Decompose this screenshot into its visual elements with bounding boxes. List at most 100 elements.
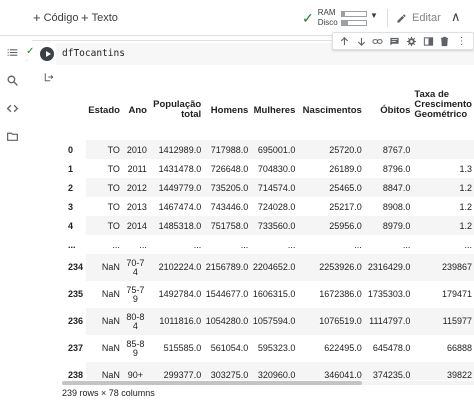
folder-icon[interactable] bbox=[6, 130, 19, 143]
code-line[interactable]: dfTocantins bbox=[62, 48, 125, 59]
table-cell: 1054280.0 bbox=[203, 308, 251, 335]
index-header bbox=[62, 90, 86, 140]
table-row: 234 NaN 70-74 2102224.0 2156789.0 2204652.0 22… bbox=[62, 254, 474, 281]
ram-label: RAM bbox=[317, 8, 336, 17]
resources-indicator[interactable]: ✓ RAM Disco bbox=[302, 7, 367, 29]
table-cell: 1011816.0 bbox=[148, 308, 204, 335]
table-cell: 179471 bbox=[441, 289, 472, 299]
collapse-header-icon[interactable]: ∧ bbox=[451, 9, 461, 25]
toc-icon[interactable] bbox=[6, 46, 19, 59]
column-header: Óbitos bbox=[380, 105, 411, 116]
search-icon[interactable] bbox=[6, 74, 19, 87]
table-cell: ... bbox=[287, 239, 296, 250]
row-index: 234 bbox=[68, 262, 84, 272]
row-index: 236 bbox=[68, 316, 84, 326]
toolbar-divider bbox=[387, 9, 388, 27]
add-text-button[interactable]: + Texto bbox=[81, 9, 118, 27]
code-snippets-icon[interactable] bbox=[6, 102, 19, 115]
table-cell: 25720.0 bbox=[297, 140, 364, 159]
row-index: 1 bbox=[68, 163, 74, 174]
ram-bar-fill bbox=[341, 11, 346, 16]
pencil-icon bbox=[397, 13, 406, 23]
table-cell: 1485318.0 bbox=[148, 216, 204, 235]
ram-bar bbox=[340, 10, 367, 17]
dataframe-output: Estado Ano População total Homens Mulher… bbox=[62, 90, 474, 380]
runtime-dropdown-icon[interactable]: ▼ bbox=[370, 11, 378, 20]
table-cell: NaN bbox=[86, 308, 122, 335]
table-cell: 515585.0 bbox=[163, 343, 202, 353]
table-header-row: Estado Ano População total Homens Mulher… bbox=[62, 90, 474, 140]
execution-check-icon: ✓ bbox=[26, 46, 35, 57]
table-cell: 8796.0 bbox=[382, 163, 411, 174]
table-cell bbox=[412, 140, 474, 159]
table-cell: TO bbox=[86, 140, 122, 159]
run-cell-button[interactable] bbox=[40, 47, 54, 61]
table-cell: 1492784.0 bbox=[158, 289, 202, 299]
table-row: 235 NaN 75-79 1492784.0 1544677.0 1606315.0 16… bbox=[62, 281, 474, 308]
table-cell: 595323.0 bbox=[257, 343, 296, 353]
table-cell: 751758.0 bbox=[203, 216, 251, 235]
table-cell: 115977 bbox=[412, 308, 474, 335]
table-cell: TO bbox=[86, 178, 122, 197]
scrollbar-thumb[interactable] bbox=[62, 381, 362, 385]
table-cell: 1735303.0 bbox=[367, 289, 411, 299]
edit-button[interactable]: Editar bbox=[396, 9, 441, 27]
execution-time: ·· bbox=[25, 58, 29, 64]
column-header: Ano bbox=[128, 105, 147, 116]
add-code-label: Código bbox=[43, 12, 79, 24]
horizontal-scrollbar[interactable] bbox=[62, 381, 474, 385]
table-cell: 239867 bbox=[412, 254, 474, 281]
plus-icon: + bbox=[33, 10, 41, 25]
column-header: Taxa de Crescimento Geométrico bbox=[414, 90, 472, 120]
move-down-icon[interactable] bbox=[356, 36, 367, 47]
table-cell: 714574.0 bbox=[250, 178, 298, 197]
table-cell: 8847.0 bbox=[363, 178, 413, 197]
table-cell: 1076519.0 bbox=[297, 308, 364, 335]
more-icon[interactable]: ⋮ bbox=[456, 36, 467, 47]
table-body: 0 TO 2010 1412989.0 717988.0 695001.0 25720.0 8… bbox=[62, 140, 474, 380]
table-cell: 743446.0 bbox=[210, 201, 249, 212]
mirror-icon[interactable] bbox=[423, 36, 434, 47]
table-cell: 704830.0 bbox=[257, 163, 296, 174]
cell-toolbar: ⋮ bbox=[332, 32, 474, 50]
table-cell: 1412989.0 bbox=[148, 140, 204, 159]
table-cell: 8767.0 bbox=[363, 140, 413, 159]
edit-label: Editar bbox=[412, 12, 441, 24]
table-cell: 1606315.0 bbox=[252, 289, 296, 299]
row-index: 237 bbox=[68, 343, 84, 353]
link-icon[interactable] bbox=[372, 36, 383, 47]
delete-icon[interactable] bbox=[439, 36, 450, 47]
table-cell: 1.2 bbox=[412, 216, 474, 235]
table-cell: 695001.0 bbox=[250, 140, 298, 159]
column-header: Mulheres bbox=[253, 105, 296, 116]
disk-label: Disco bbox=[317, 18, 338, 27]
left-rail bbox=[0, 36, 24, 410]
table-cell: 2013 bbox=[126, 201, 147, 212]
table-cell: 622495.0 bbox=[324, 343, 362, 353]
table-cell: TO bbox=[107, 201, 120, 212]
table-cell: 1057594.0 bbox=[250, 308, 298, 335]
table-cell: 1.2 bbox=[459, 201, 472, 212]
connected-check-icon: ✓ bbox=[302, 9, 314, 26]
output-actions-icon[interactable] bbox=[44, 72, 54, 82]
table-row: 236 NaN 80-84 1011816.0 1054280.0 1057594.0 10… bbox=[62, 308, 474, 335]
table-row: 238 NaN 90+ 299377.0 303275.0 320960.0 346041.… bbox=[62, 362, 474, 380]
settings-icon[interactable] bbox=[406, 36, 417, 47]
table-cell: 2253926.0 bbox=[297, 254, 364, 281]
table-cell: 735205.0 bbox=[203, 178, 251, 197]
table-cell: 1449779.0 bbox=[148, 178, 204, 197]
move-up-icon[interactable] bbox=[339, 36, 350, 47]
table-row: 2 TO 2012 1449779.0 735205.0 714574.0 25465.0 8… bbox=[62, 178, 474, 197]
table-cell: 39822 bbox=[412, 362, 474, 380]
table-cell: NaN bbox=[86, 254, 122, 281]
table-cell: 25217.0 bbox=[329, 201, 362, 212]
add-code-button[interactable]: + Código bbox=[33, 9, 78, 27]
comment-icon[interactable] bbox=[389, 36, 400, 47]
table-cell: 1672386.0 bbox=[319, 289, 362, 299]
table-cell: 1.2 bbox=[412, 178, 474, 197]
table-cell: 1544677.0 bbox=[205, 289, 249, 299]
table-row: 1 TO 2011 1431478.0 726648.0 704830.0 26189.0 8… bbox=[62, 159, 474, 178]
table-cell: 2011 bbox=[127, 163, 147, 174]
toolbar: + Código + Texto ✓ RAM Disco ▼ Editar ∧ bbox=[0, 0, 474, 36]
table-cell: ... bbox=[112, 239, 120, 250]
